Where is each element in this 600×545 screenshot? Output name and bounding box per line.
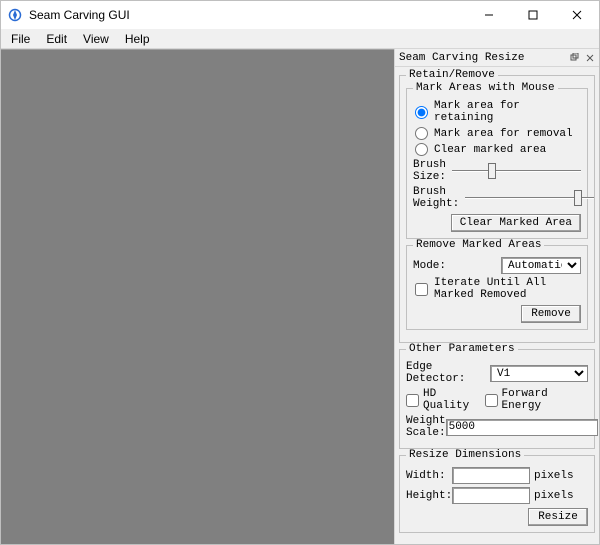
radio-retain-row: Mark area for retaining	[413, 100, 581, 124]
brush-size-row: Brush Size:	[413, 159, 581, 183]
menu-edit[interactable]: Edit	[38, 30, 75, 48]
titlebar: Seam Carving GUI	[1, 1, 599, 29]
mode-row: Mode: Automatic	[413, 257, 581, 274]
hd-quality-label[interactable]: HD Quality	[423, 388, 485, 412]
brush-size-slider[interactable]	[452, 162, 581, 180]
quality-row: HD Quality Forward Energy	[406, 388, 588, 412]
side-panel: Seam Carving Resize Retain/Remove Mark A…	[394, 49, 599, 544]
brush-weight-slider[interactable]	[465, 189, 594, 207]
width-row: Width: pixels	[406, 467, 588, 484]
other-params-group: Other Parameters Edge Detector: V1 HD Qu…	[399, 349, 595, 449]
mode-label: Mode:	[413, 260, 455, 272]
other-params-legend: Other Parameters	[406, 343, 518, 355]
panel-content: Retain/Remove Mark Areas with Mouse Mark…	[395, 67, 599, 544]
weight-scale-row: Weight Scale:	[406, 415, 588, 439]
edge-detector-label: Edge Detector:	[406, 361, 490, 385]
iterate-row: Iterate Until All Marked Removed	[413, 277, 581, 301]
menu-view[interactable]: View	[75, 30, 117, 48]
brush-weight-label: Brush Weight:	[413, 186, 459, 210]
image-canvas[interactable]	[1, 49, 394, 544]
width-input[interactable]	[452, 467, 530, 484]
radio-clear[interactable]	[415, 143, 428, 156]
radio-clear-row: Clear marked area	[413, 143, 581, 156]
body-split: Seam Carving Resize Retain/Remove Mark A…	[1, 49, 599, 544]
dock-header: Seam Carving Resize	[395, 49, 599, 67]
weight-scale-label: Weight Scale:	[406, 415, 446, 439]
remove-marked-legend: Remove Marked Areas	[413, 239, 544, 251]
width-suffix: pixels	[534, 470, 574, 482]
minimize-button[interactable]	[467, 1, 511, 29]
radio-retain[interactable]	[415, 106, 428, 119]
retain-remove-legend: Retain/Remove	[406, 69, 498, 81]
window-title: Seam Carving GUI	[29, 8, 467, 22]
remove-btn-row: Remove	[413, 305, 581, 323]
radio-remove[interactable]	[415, 127, 428, 140]
resize-btn-row: Resize	[406, 508, 588, 526]
app-icon	[7, 7, 23, 23]
close-button[interactable]	[555, 1, 599, 29]
hd-quality-checkbox[interactable]	[406, 394, 419, 407]
remove-marked-group: Remove Marked Areas Mode: Automatic Iter…	[406, 245, 588, 330]
clear-marked-button[interactable]: Clear Marked Area	[451, 214, 581, 232]
width-label: Width:	[406, 470, 448, 482]
radio-remove-label[interactable]: Mark area for removal	[434, 128, 573, 140]
weight-scale-input[interactable]	[446, 419, 598, 436]
menubar: File Edit View Help	[1, 29, 599, 49]
menu-file[interactable]: File	[3, 30, 38, 48]
main-window: Seam Carving GUI File Edit View Help Sea…	[0, 0, 600, 545]
remove-button[interactable]: Remove	[521, 305, 581, 323]
resize-button[interactable]: Resize	[528, 508, 588, 526]
dock-float-button[interactable]	[567, 51, 581, 65]
radio-remove-row: Mark area for removal	[413, 127, 581, 140]
radio-retain-label[interactable]: Mark area for retaining	[434, 100, 581, 124]
dock-title: Seam Carving Resize	[399, 52, 524, 64]
forward-energy-label[interactable]: Forward Energy	[502, 388, 588, 412]
resize-group: Resize Dimensions Width: pixels Height: …	[399, 455, 595, 533]
height-suffix: pixels	[534, 490, 574, 502]
edge-detector-row: Edge Detector: V1	[406, 361, 588, 385]
mode-select[interactable]: Automatic	[501, 257, 581, 274]
radio-clear-label[interactable]: Clear marked area	[434, 144, 546, 156]
height-input[interactable]	[452, 487, 530, 504]
menu-help[interactable]: Help	[117, 30, 158, 48]
retain-remove-group: Retain/Remove Mark Areas with Mouse Mark…	[399, 75, 595, 343]
dock-close-button[interactable]	[583, 51, 597, 65]
brush-weight-row: Brush Weight:	[413, 186, 581, 210]
clear-marked-row: Clear Marked Area	[413, 214, 581, 232]
resize-legend: Resize Dimensions	[406, 449, 524, 461]
iterate-checkbox[interactable]	[415, 283, 428, 296]
height-label: Height:	[406, 490, 448, 502]
height-row: Height: pixels	[406, 487, 588, 504]
mark-areas-group: Mark Areas with Mouse Mark area for reta…	[406, 88, 588, 239]
window-buttons	[467, 1, 599, 29]
forward-energy-checkbox[interactable]	[485, 394, 498, 407]
iterate-label[interactable]: Iterate Until All Marked Removed	[434, 277, 581, 301]
maximize-button[interactable]	[511, 1, 555, 29]
mark-areas-legend: Mark Areas with Mouse	[413, 82, 558, 94]
edge-detector-select[interactable]: V1	[490, 365, 588, 382]
brush-size-label: Brush Size:	[413, 159, 446, 183]
